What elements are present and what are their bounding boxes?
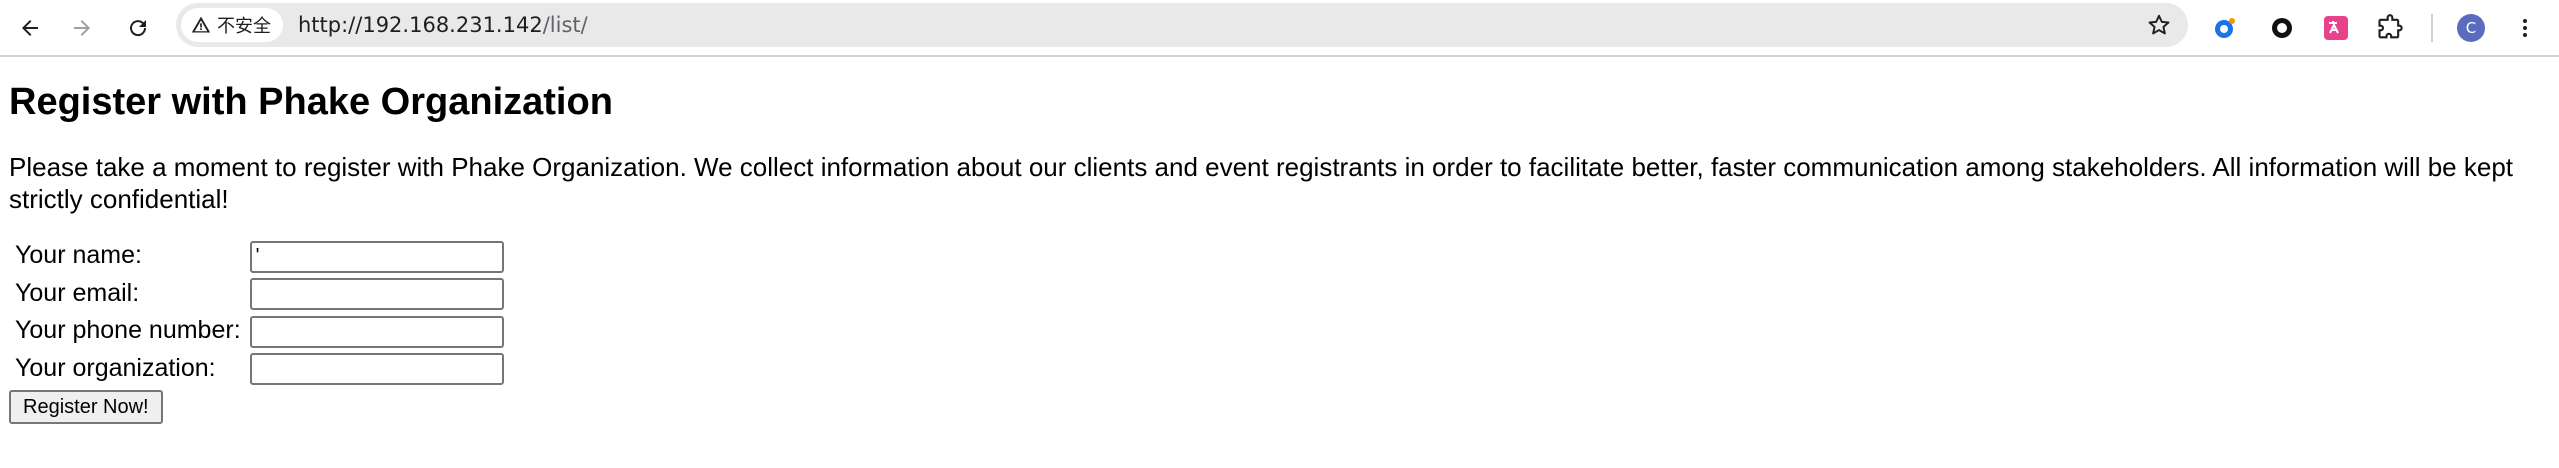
form-row-name: Your name:	[12, 238, 507, 273]
form-row-organization: Your organization:	[12, 351, 507, 385]
bookmark-star-button[interactable]	[2144, 10, 2174, 40]
extension-circle-button[interactable]	[2262, 8, 2302, 48]
url-host: http://192.168.231.142	[298, 13, 543, 37]
profile-button[interactable]: C	[2451, 8, 2491, 48]
email-label: Your email:	[15, 278, 140, 307]
phone-input[interactable]	[249, 315, 504, 348]
ring-extension-icon	[2272, 18, 2292, 38]
page-title: Register with Phake Organization	[9, 81, 613, 123]
registration-table: Your name: Your email: Your phone number…	[9, 235, 510, 388]
back-button[interactable]	[10, 8, 50, 48]
puzzle-icon	[2378, 14, 2403, 39]
back-arrow-icon	[22, 20, 38, 36]
forward-arrow-icon	[74, 20, 90, 36]
blue-extension-icon	[2215, 18, 2235, 38]
organization-label: Your organization:	[15, 353, 216, 382]
star-icon	[2148, 14, 2170, 35]
form-row-email: Your email:	[12, 276, 507, 310]
intro-paragraph: Please take a moment to register with Ph…	[9, 152, 2514, 214]
browser-menu-button[interactable]	[2505, 8, 2545, 48]
browser-toolbar: 不安全 http://192.168.231.142/list/ C	[0, 0, 2559, 57]
avatar: C	[2457, 14, 2485, 42]
phone-label: Your phone number:	[15, 316, 241, 345]
name-input[interactable]	[249, 240, 504, 273]
name-label: Your name:	[15, 241, 142, 270]
url-text[interactable]: http://192.168.231.142/list/	[298, 3, 588, 47]
url-path: /list/	[542, 13, 588, 37]
form-row-phone: Your phone number:	[12, 313, 507, 348]
security-chip[interactable]: 不安全	[181, 8, 283, 42]
email-input[interactable]	[249, 278, 504, 310]
address-bar[interactable]: 不安全 http://192.168.231.142/list/	[176, 3, 2188, 47]
organization-input[interactable]	[249, 353, 504, 385]
toolbar-divider	[2431, 14, 2433, 42]
warning-icon	[191, 15, 211, 35]
register-now-button[interactable]: Register Now!	[9, 390, 163, 424]
page-content: Register with Phake Organization Please …	[0, 59, 2559, 468]
registration-form: Your name: Your email: Your phone number…	[9, 235, 2550, 424]
extensions-menu-button[interactable]	[2370, 8, 2410, 48]
kebab-menu-icon	[2523, 19, 2527, 37]
forward-button[interactable]	[62, 8, 102, 48]
extension-translate-pink-button[interactable]	[2316, 8, 2356, 48]
extension-translate-button[interactable]	[2205, 8, 2245, 48]
translate-extension-icon	[2324, 16, 2348, 40]
security-label: 不安全	[217, 16, 271, 37]
reload-button[interactable]	[118, 8, 158, 48]
reload-icon	[130, 20, 147, 37]
